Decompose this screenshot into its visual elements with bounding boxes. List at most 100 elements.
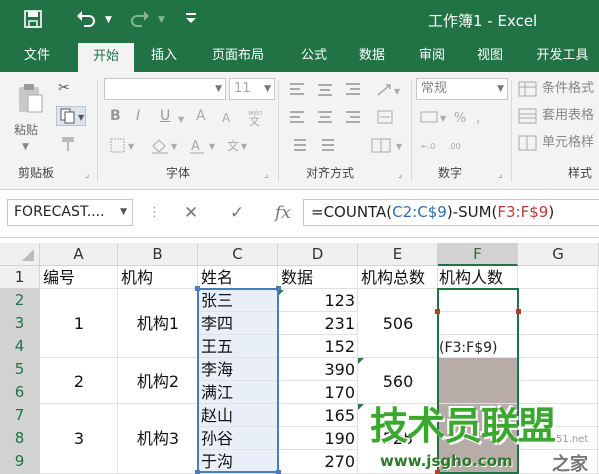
enter-icon[interactable]: ✓	[230, 203, 244, 223]
cell-styles-button[interactable]: 单元格样	[542, 135, 594, 151]
column-header[interactable]: E	[358, 243, 438, 266]
cell-d8[interactable]: 190	[278, 427, 355, 450]
redo-dropdown-icon[interactable]: ▼	[158, 10, 165, 30]
font-name-combo[interactable]: ▼	[104, 78, 226, 100]
number-launcher-icon[interactable]: ⌟	[498, 170, 502, 180]
currency-icon[interactable]: ▼%,	[420, 110, 508, 130]
tab-home[interactable]: 开始	[78, 43, 134, 72]
error-indicator-icon[interactable]	[358, 358, 364, 364]
row-header[interactable]: 9	[0, 450, 40, 474]
range-handle[interactable]	[435, 470, 440, 474]
paste-label[interactable]: 粘贴	[14, 122, 38, 138]
cell-d6[interactable]: 170	[278, 381, 355, 404]
tab-formulas[interactable]: 公式	[286, 40, 342, 72]
conditional-formatting-icon[interactable]	[518, 81, 538, 101]
decimal-icon[interactable]: ←.0 .00	[420, 138, 480, 158]
range-handle[interactable]	[435, 309, 440, 314]
cell-a5-merged[interactable]: 2	[40, 370, 118, 393]
select-all-corner[interactable]	[0, 243, 40, 266]
shrink-font-icon[interactable]: A	[222, 110, 230, 126]
paste-dropdown-icon[interactable]: ▼	[22, 139, 29, 155]
redo-icon[interactable]	[130, 10, 150, 33]
phonetic-icon[interactable]: wén 文	[246, 108, 270, 130]
clipboard-launcher-icon[interactable]: ⌟	[85, 170, 89, 180]
cell-e1[interactable]: 机构总数	[361, 266, 437, 289]
cell-b5-merged[interactable]: 机构2	[118, 370, 198, 393]
cell-b7-merged[interactable]: 机构3	[118, 427, 198, 450]
tab-developer[interactable]: 开发工具	[526, 40, 599, 72]
column-header[interactable]: D	[278, 243, 358, 266]
cell-d3[interactable]: 231	[278, 312, 355, 335]
cell-d5[interactable]: 390	[278, 358, 355, 381]
cell-e2-merged[interactable]: 506	[358, 312, 438, 335]
format-painter-icon[interactable]	[60, 136, 76, 156]
tab-file[interactable]: 文件	[8, 40, 66, 72]
paste-icon[interactable]	[16, 82, 44, 118]
range-handle[interactable]	[516, 309, 521, 314]
font-color-icon[interactable]: A ▼	[188, 138, 218, 158]
row-header[interactable]: 6	[0, 381, 40, 404]
cell-f1[interactable]: 机构人数	[439, 266, 503, 289]
tab-review[interactable]: 审阅	[404, 40, 460, 72]
row-header[interactable]: 3	[0, 312, 40, 335]
align-top-icon[interactable]: ▼	[288, 82, 408, 102]
cell-d9[interactable]: 270	[278, 450, 355, 473]
cut-icon[interactable]: ✂	[58, 80, 70, 96]
grow-font-icon[interactable]: A	[196, 108, 206, 124]
alignment-launcher-icon[interactable]: ⌟	[398, 170, 402, 180]
row-header[interactable]: 8	[0, 427, 40, 450]
column-header[interactable]: G	[518, 243, 599, 266]
underline-dropdown-icon[interactable]: ▼	[178, 112, 184, 128]
tab-data[interactable]: 数据	[344, 40, 400, 72]
number-format-combo[interactable]: 常规 ▼	[416, 78, 508, 100]
cancel-icon[interactable]: ✕	[184, 203, 198, 223]
tab-page-layout[interactable]: 页面布局	[198, 40, 278, 72]
underline-button[interactable]: U	[160, 108, 170, 124]
cell-b1[interactable]: 机构	[121, 266, 153, 289]
column-header[interactable]: C	[198, 243, 278, 266]
cell-a1[interactable]: 编号	[43, 266, 75, 289]
range-handle[interactable]	[195, 470, 200, 474]
copy-icon[interactable]: ▼	[55, 105, 87, 130]
name-box[interactable]: FORECAST.... ▼	[7, 199, 133, 226]
italic-button[interactable]: I	[136, 108, 140, 124]
cell-d4[interactable]: 152	[278, 335, 355, 358]
cell-a2-merged[interactable]: 1	[40, 312, 118, 335]
cell-b2-merged[interactable]: 机构1	[118, 312, 198, 335]
range-handle[interactable]	[276, 286, 281, 291]
format-as-table-icon[interactable]	[518, 108, 538, 128]
cell-e5-merged[interactable]: 560	[358, 370, 438, 393]
row-header[interactable]: 7	[0, 404, 40, 427]
format-as-table-button[interactable]: 套用表格	[542, 108, 594, 124]
row-header[interactable]: 4	[0, 335, 40, 358]
cell-d7[interactable]: 165	[278, 404, 355, 427]
cell-styles-icon[interactable]	[518, 135, 538, 155]
font-size-combo[interactable]: 11 ▼	[229, 78, 275, 100]
row-header[interactable]: 1	[0, 266, 40, 289]
range-handle[interactable]	[276, 470, 281, 474]
cell-d2[interactable]: 123	[278, 289, 355, 312]
formula-input[interactable]: =COUNTA(C2:C$9)-SUM(F3:F$9)	[303, 199, 599, 226]
align-left-icon[interactable]	[288, 110, 408, 130]
bold-button[interactable]: B	[110, 108, 121, 124]
error-indicator-icon[interactable]	[358, 404, 364, 410]
undo-icon[interactable]	[76, 10, 96, 33]
phonetic-dropdown-icon[interactable]: 文 ▼	[226, 138, 250, 158]
cell-c1[interactable]: 姓名	[201, 266, 233, 289]
column-header-selected[interactable]: F	[438, 243, 518, 266]
borders-icon[interactable]: ▼	[110, 138, 138, 158]
save-icon[interactable]	[24, 10, 42, 33]
tab-insert[interactable]: 插入	[136, 40, 192, 72]
fill-color-icon[interactable]: ▼	[150, 138, 180, 158]
column-header[interactable]: B	[118, 243, 198, 266]
row-header[interactable]: 5	[0, 358, 40, 381]
indent-icon[interactable]: ▼	[288, 138, 438, 158]
cell-a7-merged[interactable]: 3	[40, 427, 118, 450]
row-header[interactable]: 2	[0, 289, 40, 312]
conditional-formatting-button[interactable]: 条件格式	[542, 81, 594, 97]
customize-icon[interactable]	[185, 8, 197, 31]
font-launcher-icon[interactable]: ⌟	[264, 170, 268, 180]
column-header[interactable]: A	[40, 243, 118, 266]
undo-dropdown-icon[interactable]: ▼	[105, 10, 112, 30]
insert-function-icon[interactable]: fx	[275, 203, 291, 223]
